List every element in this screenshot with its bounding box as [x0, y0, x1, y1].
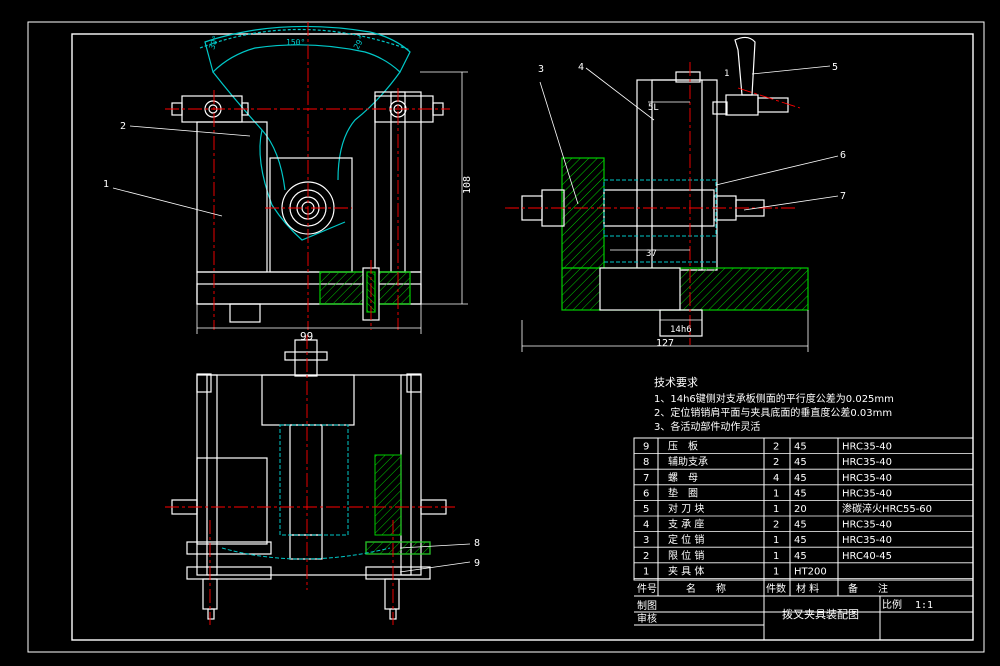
dim-angle-150: 150°: [286, 38, 305, 47]
outer-frame: [27, 21, 985, 653]
tech-requirements: 技术要求 1、14h6键侧对支承板侧面的平行度公差为0.025mm 2、定位销销…: [654, 376, 894, 433]
row-number: 8: [643, 457, 649, 468]
row-material: 45: [794, 535, 807, 546]
dim-127: 127: [656, 338, 674, 349]
row-note: HRC35-40: [842, 457, 892, 468]
title-drawn-label: 制图: [637, 599, 657, 612]
row-note: HRC35-40: [842, 520, 892, 531]
row-material: 45: [794, 520, 807, 531]
row-material: 45: [794, 457, 807, 468]
row-name: 定 位 销: [668, 533, 704, 546]
header-name: 名 称: [686, 582, 726, 595]
row-quantity: 2: [773, 520, 779, 531]
leader-7: 7: [840, 191, 846, 202]
leader-9: 9: [474, 558, 480, 569]
row-number: 6: [643, 488, 649, 499]
row-number: 9: [643, 442, 649, 453]
row-material: 45: [794, 473, 807, 484]
scale-label: 比例: [882, 598, 902, 611]
row-number: 7: [643, 473, 649, 484]
row-quantity: 1: [773, 488, 779, 499]
row-note: HRC35-40: [842, 488, 892, 499]
top-cyan-outline: [221, 424, 391, 560]
row-material: 45: [794, 442, 807, 453]
row-material: 45: [794, 488, 807, 499]
row-quantity: 2: [773, 442, 779, 453]
row-name: 支 承 座: [668, 518, 704, 531]
scale-value: 1:1: [915, 600, 933, 611]
row-quantity: 1: [773, 566, 779, 577]
header-note: 备 注: [848, 582, 888, 595]
row-note: HRC35-40: [842, 473, 892, 484]
dim-key-14h6: 14h6: [670, 325, 692, 335]
header-no: 件号: [637, 583, 657, 595]
side-view: [521, 36, 809, 337]
row-name: 垫 圈: [668, 486, 698, 499]
dim-5l: 5L: [648, 103, 659, 113]
title-checked-label: 审核: [637, 612, 657, 625]
row-number: 5: [643, 504, 649, 515]
top-view-hatch: [365, 454, 431, 555]
leader-1: 1: [103, 179, 109, 190]
dim-1: 1: [724, 69, 729, 79]
leader-4: 4: [578, 62, 584, 73]
row-name: 夹 具 体: [668, 564, 704, 577]
row-quantity: 2: [773, 457, 779, 468]
row-number: 1: [643, 566, 649, 577]
leader-6: 6: [840, 150, 846, 161]
front-view: [171, 25, 444, 323]
row-note: HRC40-45: [842, 551, 892, 562]
row-quantity: 1: [773, 551, 779, 562]
row-material: 45: [794, 551, 807, 562]
leader-2: 2: [120, 121, 126, 132]
tech-requirement-1: 1、14h6键侧对支承板侧面的平行度公差为0.025mm: [654, 392, 894, 405]
row-name: 限 位 销: [668, 549, 704, 562]
dim-108: 108: [462, 176, 473, 194]
parts-table-rows: 9压 板 2 45 HRC35-408 辅助支承 2 45 HRC35-407 螺 母 4 45 HR…: [634, 440, 973, 579]
row-name: 对 刀 块: [668, 502, 704, 515]
header-qty: 件数: [766, 582, 786, 595]
row-name: 螺 母: [668, 472, 698, 484]
row-number: 3: [643, 535, 649, 546]
header-material: 材 料: [796, 582, 819, 595]
leader-3: 3: [538, 64, 544, 75]
tech-requirement-3: 3、各活动部件动作灵活: [654, 420, 760, 433]
row-name: 辅助支承: [668, 455, 708, 468]
row-name: 压 板: [668, 440, 698, 453]
row-note: 渗碳淬火HRC55-60: [842, 502, 932, 515]
row-quantity: 1: [773, 535, 779, 546]
row-quantity: 1: [773, 504, 779, 515]
row-number: 4: [643, 520, 649, 531]
leader-8: 8: [474, 538, 480, 549]
row-number: 2: [643, 551, 649, 562]
row-material: HT200: [794, 566, 827, 577]
row-quantity: 4: [773, 473, 779, 484]
leader-5: 5: [832, 62, 838, 73]
row-note: HRC35-40: [842, 442, 892, 453]
row-note: HRC35-40: [842, 535, 892, 546]
drawing-title: 拨叉夹具装配图: [782, 607, 859, 621]
tech-requirements-title: 技术要求: [654, 376, 698, 389]
dim-angle-30-left: 30°: [207, 34, 220, 51]
dim-37: 37: [646, 249, 657, 259]
assembly-drawing: 99 108 150° 30° 29° 2 1: [27, 21, 985, 653]
row-material: 20: [794, 504, 807, 515]
tech-requirement-2: 2、定位销销肩平面与夹具底面的垂直度公差0.03mm: [654, 406, 892, 419]
top-view: [171, 339, 447, 620]
